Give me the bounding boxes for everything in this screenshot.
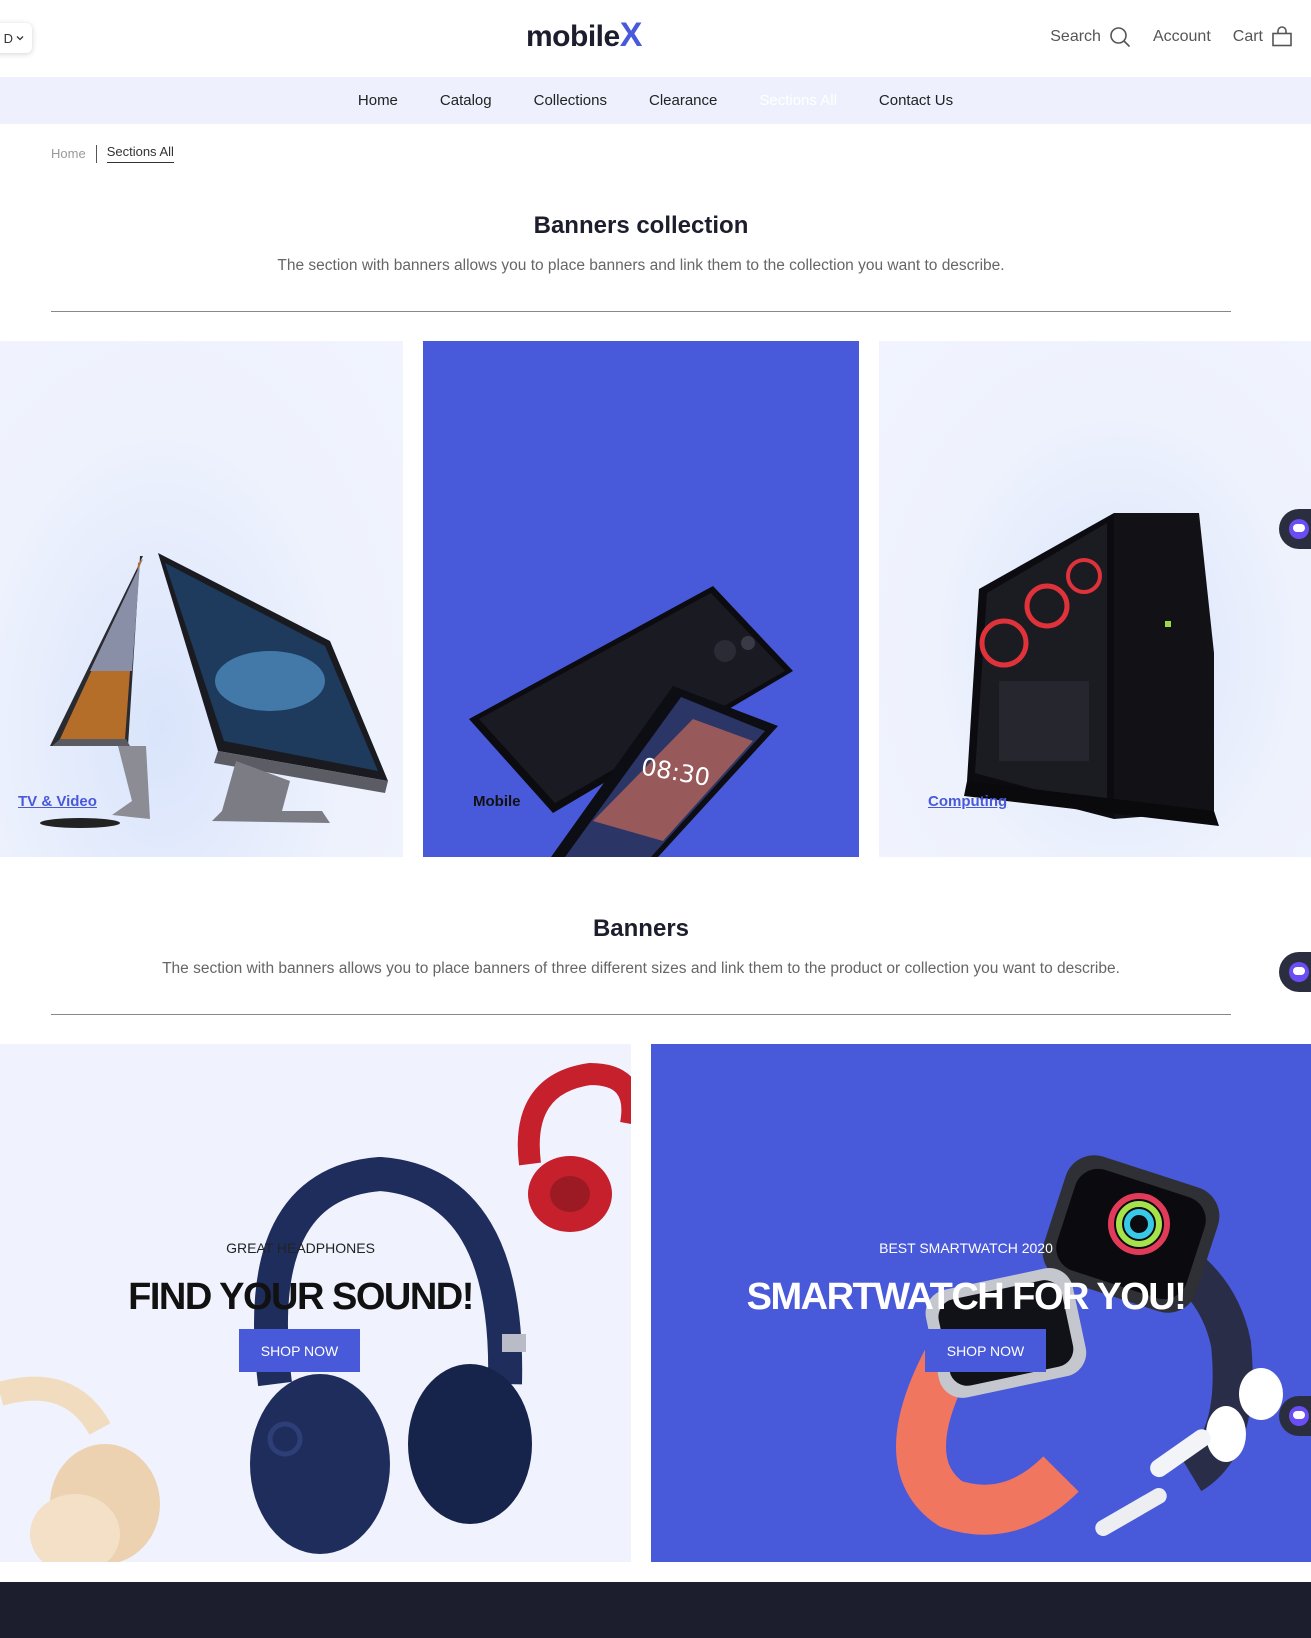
promo-title: SMARTWATCH FOR YOU! [746,1276,1187,1318]
site-footer [0,1582,1311,1638]
logo-text: mobile [526,20,620,53]
promo-banner-smartwatch[interactable]: BEST SMARTWATCH 2020 SMARTWATCH FOR YOU!… [651,1044,1311,1562]
breadcrumb-current: Sections All [106,144,174,163]
logo-x: X [619,16,643,54]
site-logo[interactable]: mobileX [526,16,642,55]
collection-banner-mobile[interactable]: 08:30 Mobile [423,341,859,857]
collections-section-title: Banners collection [533,212,749,239]
cart-label: Cart [1232,28,1263,45]
nav-collections[interactable]: Collections [534,92,607,109]
cart-bag-icon [1272,26,1292,47]
collections-section-description: The section with banners allows you to p… [277,257,1005,274]
promo-subtitle: BEST SMARTWATCH 2020 [879,1240,1053,1256]
chat-widget-icon[interactable] [1279,952,1311,992]
imac-image [40,553,388,828]
cart-button[interactable]: Cart [1233,26,1293,48]
collection-banner-tv-video[interactable]: TV & Video [0,341,403,857]
section-divider [51,311,1231,312]
gaming-pc-image [964,513,1219,826]
search-button[interactable]: Search [1050,26,1131,48]
site-header: D mobileX Search Account Cart [0,0,1311,77]
nav-home[interactable]: Home [358,92,398,109]
promo-banner-headphones[interactable]: GREAT HEADPHONES FIND YOUR SOUND! SHOP N… [0,1044,631,1562]
account-label: Account [1152,28,1211,45]
header-actions: Search Account Cart [1050,26,1293,48]
search-label: Search [1050,28,1101,45]
main-navigation: Home Catalog Collections Clearance Secti… [0,77,1311,124]
breadcrumb-separator [95,144,97,163]
currency-label: D [3,30,13,46]
collection-label-computing[interactable]: Computing [928,793,1007,810]
breadcrumb: Home Sections All [51,144,174,163]
chat-widget-icon[interactable] [1279,1396,1311,1436]
nav-clearance[interactable]: Clearance [649,92,717,109]
currency-selector[interactable]: D [0,23,32,53]
collection-label-mobile[interactable]: Mobile [473,793,521,810]
nav-sections-all[interactable]: Sections All [759,92,837,109]
promo-subtitle: GREAT HEADPHONES [226,1240,375,1256]
collection-label-tv-video[interactable]: TV & Video [18,793,97,810]
smartphone-image: 08:30 [469,586,793,857]
shop-now-button[interactable]: SHOP NOW [925,1329,1046,1372]
banners-section-title: Banners [592,915,690,942]
shop-now-button[interactable]: SHOP NOW [239,1329,360,1372]
nav-contact-us[interactable]: Contact Us [879,92,953,109]
chevron-down-icon [16,36,24,41]
collection-banner-computing[interactable]: Computing [879,341,1311,857]
section-divider [51,1014,1231,1015]
nav-catalog[interactable]: Catalog [440,92,492,109]
account-link[interactable]: Account [1153,28,1211,46]
breadcrumb-home[interactable]: Home [51,146,86,161]
chat-widget-icon[interactable] [1279,509,1311,549]
promo-title: FIND YOUR SOUND! [128,1276,474,1318]
banners-section-description: The section with banners allows you to p… [162,960,1120,977]
search-icon [1110,27,1131,48]
